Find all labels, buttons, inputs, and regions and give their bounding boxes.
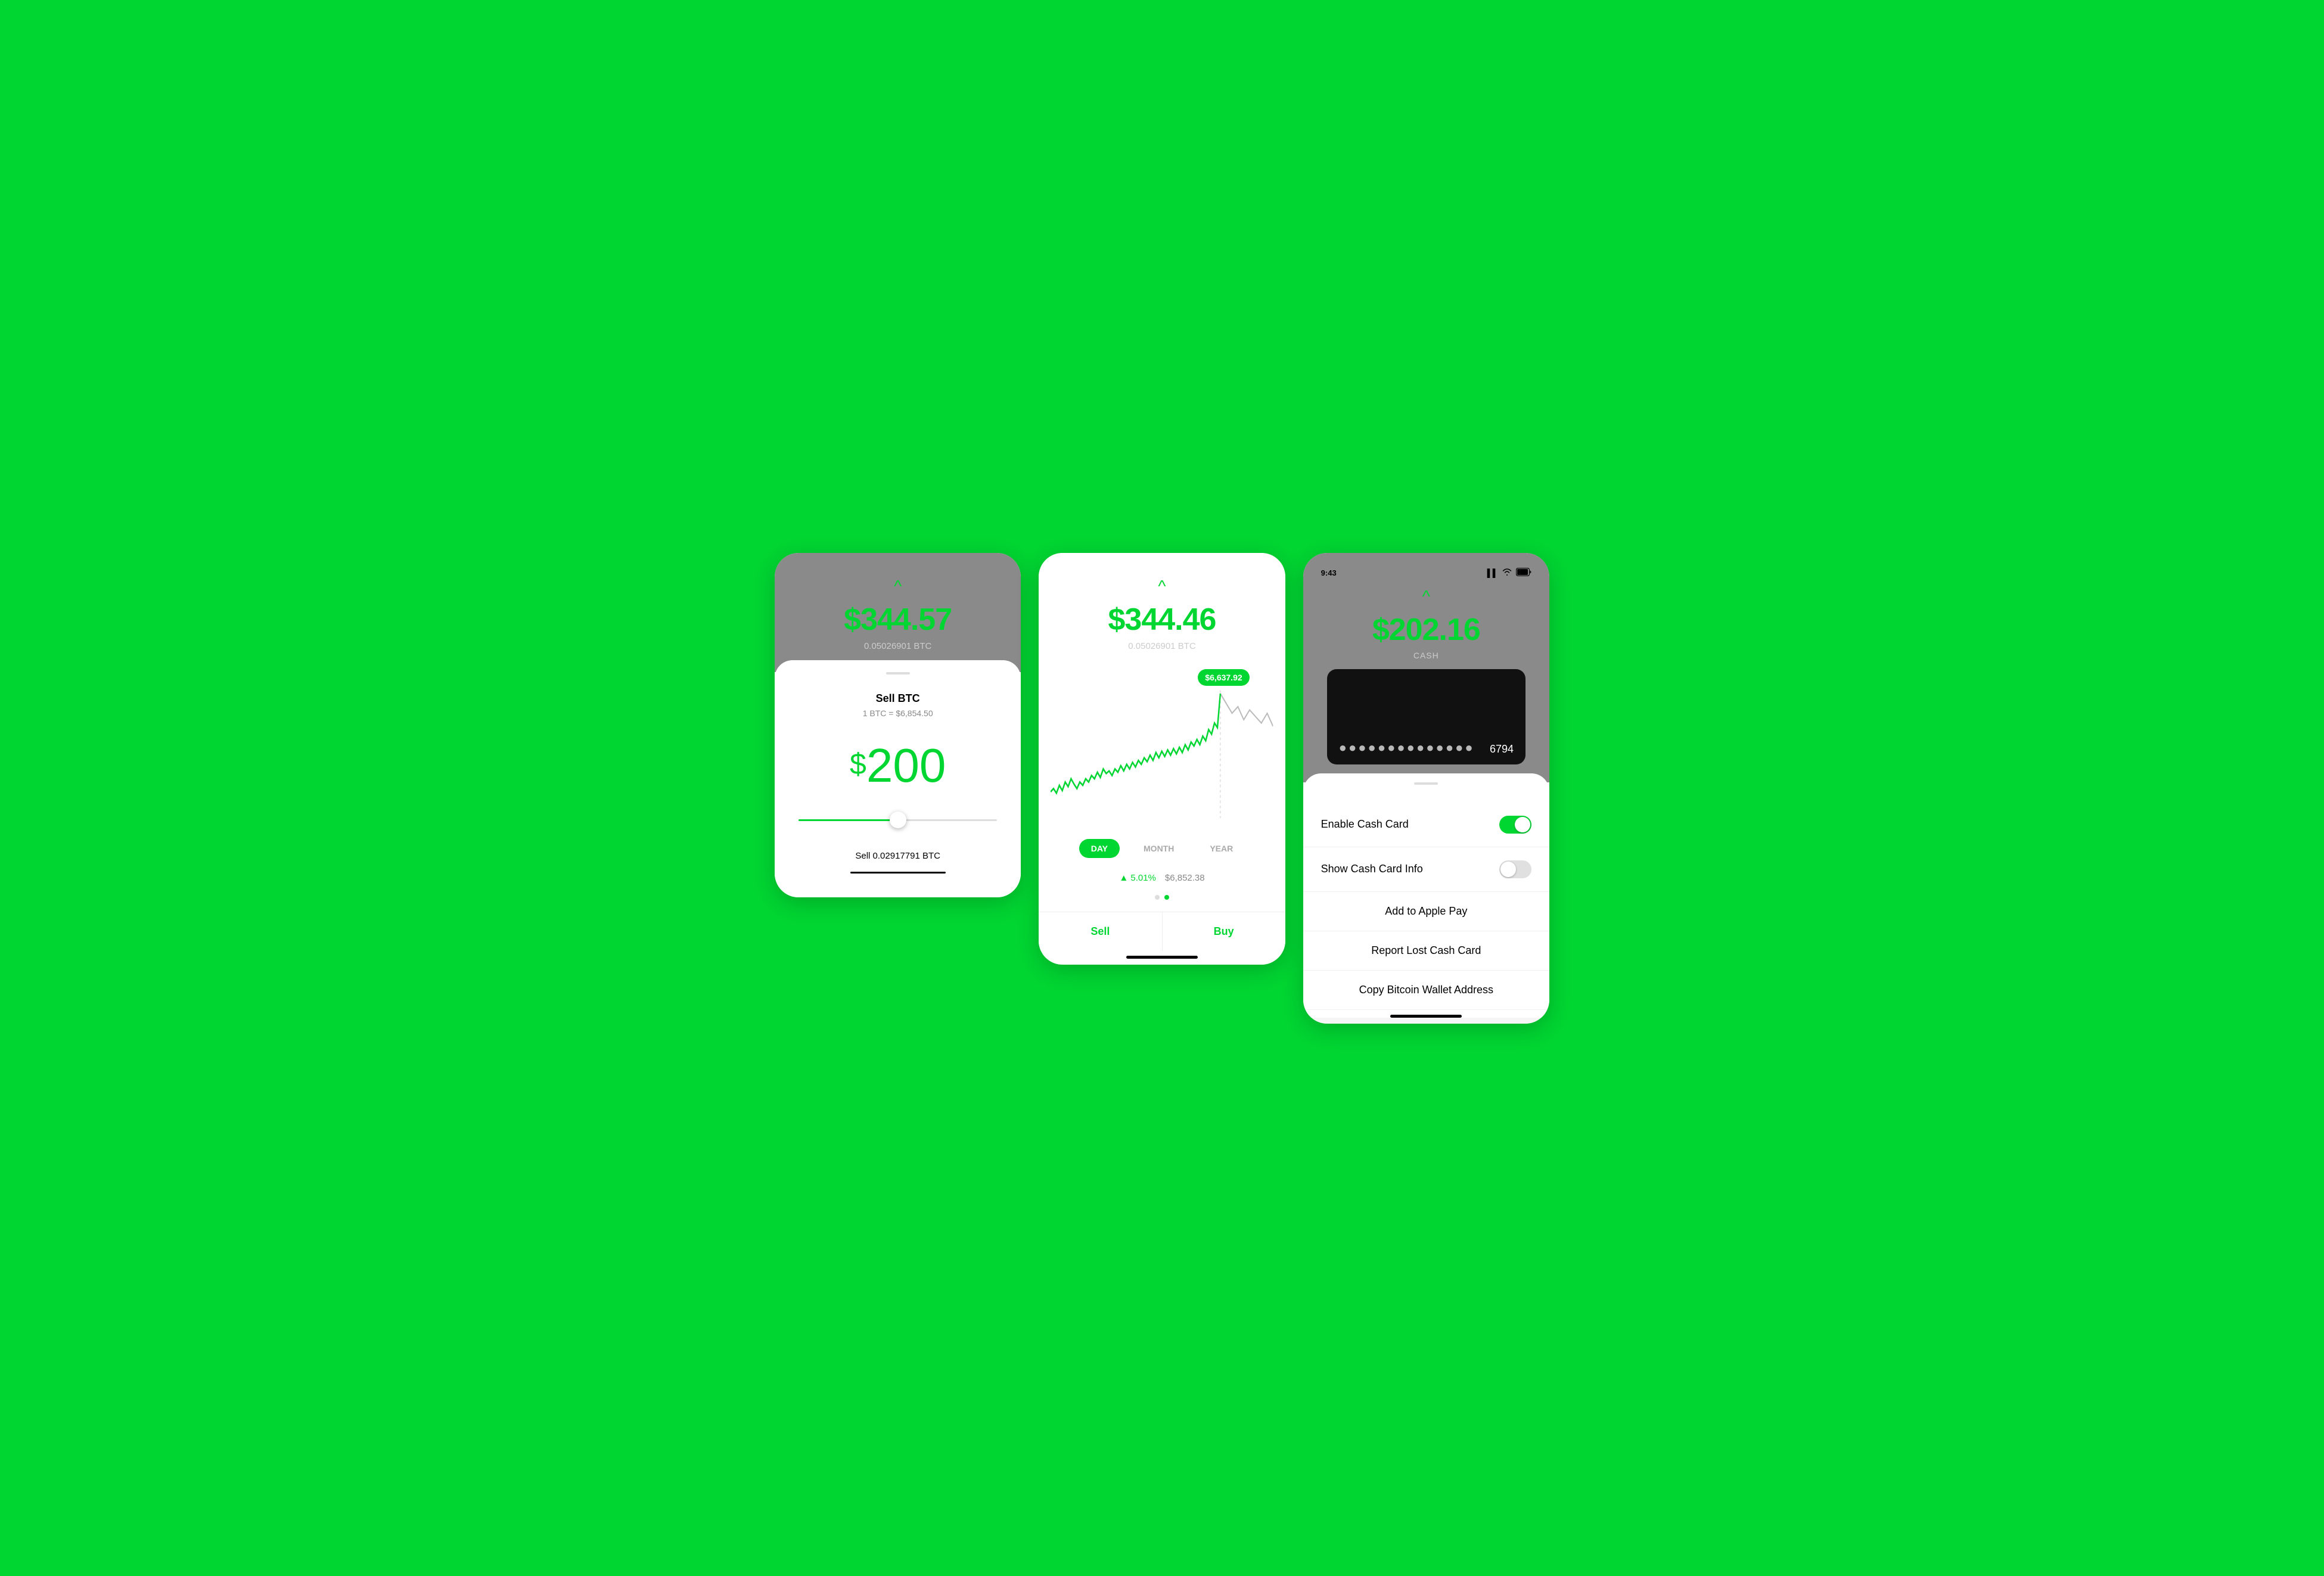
signal-icon: ▌▌ [1487, 568, 1498, 577]
time-btn-year[interactable]: YEAR [1198, 839, 1245, 858]
home-indicator [1126, 956, 1198, 959]
toggle-knob-2 [1500, 862, 1516, 877]
show-cash-card-info-toggle[interactable] [1499, 860, 1531, 878]
btc-price-2: $344.46 [1051, 602, 1273, 638]
btc-chart-screen: ^ $344.46 0.05026901 BTC $6,637.92 [1039, 553, 1285, 965]
drag-handle[interactable] [886, 672, 910, 674]
sell-btc-underline [850, 872, 946, 874]
battery-icon [1516, 568, 1531, 578]
chevron-up-icon[interactable]: ^ [787, 577, 1009, 596]
sell-amount-number: 200 [866, 739, 946, 792]
sell-button[interactable]: Sell [1039, 912, 1162, 951]
sell-btc-label: Sell 0.02917791 BTC [793, 851, 1003, 867]
slider-fill [799, 819, 898, 821]
btc-price: $344.57 [787, 602, 1009, 638]
chevron-up-icon-3[interactable]: ^ [1315, 587, 1537, 606]
dot-1 [1155, 895, 1160, 900]
time-btn-day[interactable]: DAY [1079, 839, 1120, 858]
home-indicator-3 [1390, 1015, 1462, 1018]
card-dots-2: ●●●●● [1378, 740, 1426, 756]
cash-label: CASH [1315, 651, 1537, 660]
pagination-dots [1039, 889, 1285, 906]
amount-slider[interactable] [793, 813, 1003, 839]
change-percent: ▲ 5.01% [1119, 873, 1156, 883]
screen3-header: 9:43 ▌▌ [1303, 553, 1549, 782]
buy-button[interactable]: Buy [1163, 912, 1285, 951]
slider-track [799, 819, 997, 821]
time-selector: DAY MONTH YEAR [1051, 830, 1273, 867]
chevron-up-icon-2[interactable]: ^ [1051, 577, 1273, 596]
price-tooltip: $6,637.92 [1198, 669, 1249, 686]
status-icons: ▌▌ [1487, 568, 1531, 578]
screen3-content: Enable Cash Card Show Cash Card Info Add… [1303, 773, 1549, 1018]
drag-handle-3[interactable] [1414, 782, 1438, 785]
cash-card: ●●●● ●●●●● ●●●●● 6794 [1327, 669, 1525, 764]
cash-card-screen: 9:43 ▌▌ [1303, 553, 1549, 1024]
show-cash-card-info-item: Show Cash Card Info [1303, 847, 1549, 892]
report-lost-cash-card-item[interactable]: Report Lost Cash Card [1303, 931, 1549, 971]
show-cash-card-info-label: Show Cash Card Info [1321, 863, 1423, 875]
cash-amount: $202.16 [1315, 612, 1537, 648]
sell-btc-screen: ^ $344.57 0.05026901 BTC Sell BTC 1 BTC … [775, 553, 1021, 897]
chart-area: $6,637.92 [1039, 663, 1285, 830]
price-chart [1051, 687, 1273, 818]
enable-cash-card-toggle[interactable] [1499, 816, 1531, 834]
enable-cash-card-label: Enable Cash Card [1321, 818, 1409, 831]
screen2-header: ^ $344.46 0.05026901 BTC [1039, 553, 1285, 663]
chart-stats: ▲ 5.01% $6,852.38 [1039, 867, 1285, 889]
sell-buy-buttons: Sell Buy [1039, 912, 1285, 951]
enable-cash-card-item: Enable Cash Card [1303, 803, 1549, 847]
wifi-icon [1502, 568, 1512, 578]
screens-container: ^ $344.57 0.05026901 BTC Sell BTC 1 BTC … [775, 553, 1549, 1024]
copy-bitcoin-wallet-address-item[interactable]: Copy Bitcoin Wallet Address [1303, 971, 1549, 1010]
change-price: $6,852.38 [1165, 873, 1205, 883]
screen1-header: ^ $344.57 0.05026901 BTC [775, 553, 1021, 672]
sell-title: Sell BTC [793, 692, 1003, 705]
add-to-apple-pay-item[interactable]: Add to Apple Pay [1303, 892, 1549, 931]
card-dots-3: ●●●●● [1426, 740, 1474, 756]
slider-thumb[interactable] [890, 812, 906, 828]
card-dots-1: ●●●● [1339, 740, 1378, 756]
sell-rate: 1 BTC = $6,854.50 [793, 708, 1003, 718]
dollar-sign: $ [850, 749, 866, 779]
dot-2 [1164, 895, 1169, 900]
btc-amount: 0.05026901 BTC [787, 641, 1009, 651]
toggle-knob-1 [1515, 817, 1530, 832]
status-bar: 9:43 ▌▌ [1315, 565, 1537, 587]
status-time: 9:43 [1321, 568, 1337, 577]
card-last-digits: 6794 [1490, 743, 1514, 756]
sell-amount: $200 [793, 742, 1003, 789]
btc-amount-2: 0.05026901 BTC [1051, 641, 1273, 651]
time-btn-month[interactable]: MONTH [1132, 839, 1186, 858]
screen1-content: Sell BTC 1 BTC = $6,854.50 $200 Sell 0.0… [775, 660, 1021, 897]
